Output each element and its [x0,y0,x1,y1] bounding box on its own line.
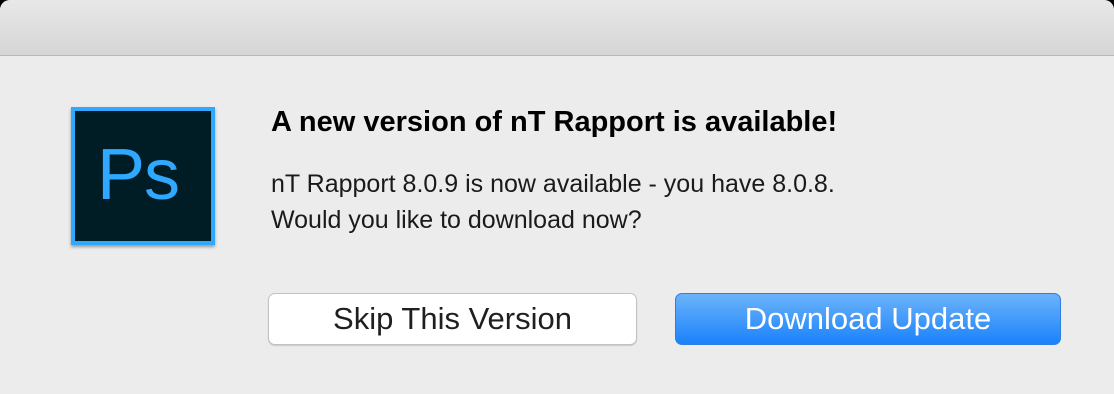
message-line-prompt: Would you like to download now? [271,206,642,234]
dialog-message: nT Rapport 8.0.9 is now available - you … [271,166,835,238]
update-dialog-window: Ps A new version of nT Rapport is availa… [0,0,1114,394]
dialog-headline: A new version of nT Rapport is available… [271,106,838,138]
window-titlebar[interactable] [0,0,1114,56]
photoshop-app-icon: Ps [71,107,215,245]
message-line-version: nT Rapport 8.0.9 is now available - you … [271,170,835,198]
download-update-button[interactable]: Download Update [675,293,1061,345]
app-icon-label: Ps [97,135,180,215]
skip-version-button[interactable]: Skip This Version [268,293,637,345]
